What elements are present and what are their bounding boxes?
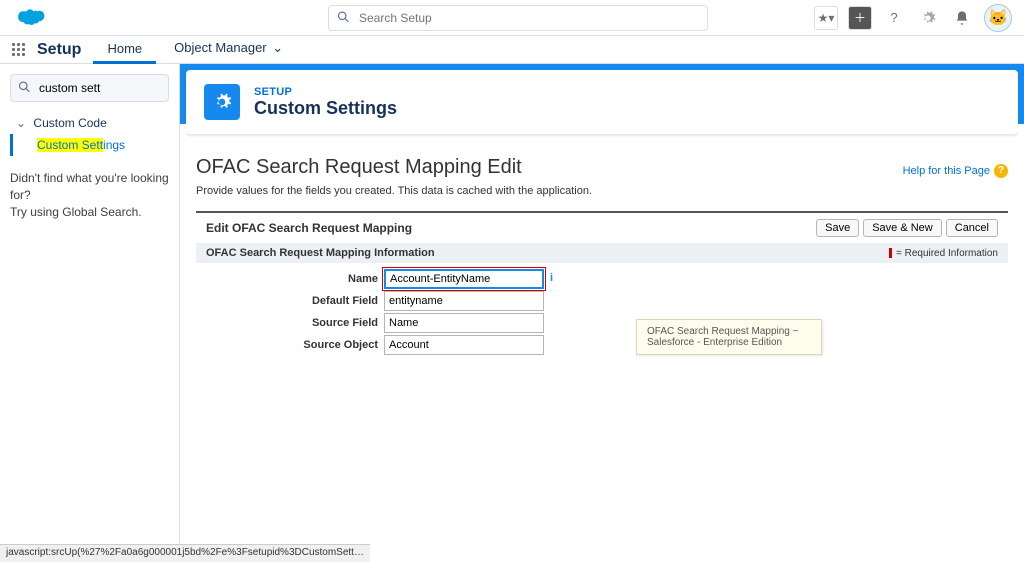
sidebar-tip: Didn't find what you're looking for? Try… xyxy=(10,170,169,220)
input-source-field[interactable] xyxy=(384,313,544,333)
label-default-field: Default Field xyxy=(206,295,378,307)
search-icon xyxy=(18,81,30,96)
tooltip: OFAC Search Request Mapping ~ Salesforce… xyxy=(636,319,822,355)
chevron-down-icon: ⌄ xyxy=(16,116,26,130)
help-icon: ? xyxy=(994,164,1008,178)
tree-node-custom-code[interactable]: ⌄ Custom Code xyxy=(10,112,169,134)
help-for-this-page-link[interactable]: Help for this Page ? xyxy=(903,164,1008,178)
app-title: Setup xyxy=(37,41,81,59)
sidebar-search-input[interactable] xyxy=(10,74,169,102)
add-tab-button[interactable]: ＋ xyxy=(848,6,872,30)
tab-home[interactable]: Home xyxy=(93,36,156,64)
label-source-object: Source Object xyxy=(206,339,378,351)
tab-object-manager[interactable]: Object Manager ⌄ xyxy=(160,35,297,64)
content-description: Provide values for the fields you create… xyxy=(196,185,1008,197)
search-icon xyxy=(337,10,349,25)
gear-icon xyxy=(204,84,240,120)
input-name[interactable] xyxy=(384,269,544,289)
content-heading: OFAC Search Request Mapping Edit xyxy=(196,156,522,179)
edit-title: Edit OFAC Search Request Mapping xyxy=(206,221,412,235)
cancel-button[interactable]: Cancel xyxy=(946,219,998,237)
help-icon[interactable]: ? xyxy=(882,6,906,30)
save-button[interactable]: Save xyxy=(816,219,859,237)
section-title: OFAC Search Request Mapping Information xyxy=(206,247,435,259)
required-note: = Required Information xyxy=(889,248,998,259)
input-source-object[interactable] xyxy=(384,335,544,355)
app-launcher-icon[interactable] xyxy=(8,39,29,60)
global-search-input[interactable] xyxy=(328,5,708,31)
notifications-icon[interactable] xyxy=(950,6,974,30)
page-eyebrow: SETUP xyxy=(254,86,397,98)
salesforce-logo xyxy=(12,6,48,30)
input-default-field[interactable] xyxy=(384,291,544,311)
favorites-dropdown[interactable]: ★▾ xyxy=(814,6,838,30)
user-avatar[interactable]: 🐱 xyxy=(984,4,1012,32)
save-and-new-button[interactable]: Save & New xyxy=(863,219,942,237)
chevron-down-icon: ⌄ xyxy=(272,40,283,55)
setup-gear-icon[interactable] xyxy=(916,6,940,30)
label-source-field: Source Field xyxy=(206,317,378,329)
page-title: Custom Settings xyxy=(254,98,397,119)
info-icon[interactable]: i xyxy=(550,272,564,286)
label-name: Name xyxy=(206,273,378,285)
tree-leaf-custom-settings[interactable]: Custom Settings xyxy=(10,134,169,156)
browser-status-bar: javascript:srcUp(%27%2Fa0a6g000001j5bd%2… xyxy=(0,544,370,562)
